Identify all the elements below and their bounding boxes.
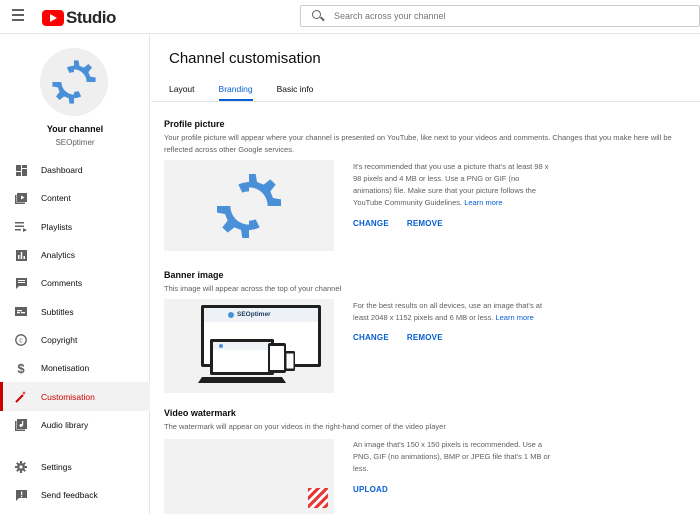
tab-bar: Layout Branding Basic info: [169, 78, 337, 101]
sidebar-item-settings[interactable]: Settings: [0, 453, 150, 481]
tab-layout[interactable]: Layout: [169, 78, 195, 100]
sidebar-item-label: Copyright: [41, 334, 78, 345]
sidebar-item-monetisation[interactable]: $ Monetisation: [0, 354, 150, 382]
profile-picture-info-text: It's recommended that you use a picture …: [353, 162, 549, 207]
profile-remove-button[interactable]: REMOVE: [407, 219, 443, 228]
tab-basic-info[interactable]: Basic info: [277, 78, 314, 100]
sidebar-item-label: Monetisation: [41, 363, 90, 374]
gear-icon: [15, 461, 27, 474]
sidebar-item-comments[interactable]: Comments: [0, 269, 150, 297]
channel-name: SEOptimer: [55, 138, 95, 147]
sidebar-item-audio-library[interactable]: Audio library: [0, 411, 150, 439]
playlists-icon: [15, 221, 27, 233]
search-icon[interactable]: [312, 10, 324, 22]
video-watermark-actions: UPLOAD: [353, 485, 406, 494]
sidebar-item-subtitles[interactable]: Subtitles: [0, 297, 150, 325]
sidebar-item-label: Send feedback: [41, 490, 98, 501]
sidebar-item-label: Settings: [41, 462, 72, 473]
studio-logo[interactable]: Studio: [42, 8, 116, 28]
profile-picture-actions: CHANGE REMOVE: [353, 219, 461, 228]
sidebar-item-playlists[interactable]: Playlists: [0, 213, 150, 241]
video-watermark-title: Video watermark: [164, 408, 236, 418]
sidebar-item-label: Content: [41, 193, 71, 204]
sidebar-item-label: Comments: [41, 278, 83, 289]
banner-image-info: For the best results on all devices, use…: [353, 300, 558, 324]
sidebar-item-label: Analytics: [41, 250, 76, 261]
avatar[interactable]: [40, 48, 108, 116]
monetisation-icon: $: [17, 360, 25, 376]
top-bar: Studio: [0, 0, 700, 34]
youtube-logo-icon: [42, 10, 64, 26]
banner-image-section: Banner image This image will appear acro…: [164, 270, 694, 395]
sidebar-bottom-nav: Settings Send feedback: [0, 453, 150, 510]
sidebar: Your channel SEOptimer Dashboard Content…: [0, 34, 150, 514]
customisation-icon: [15, 390, 27, 403]
banner-image-preview: SEOptimer: [164, 299, 334, 393]
watermark-placeholder: [308, 488, 328, 508]
banner-learn-more-link[interactable]: Learn more: [495, 313, 533, 322]
gear-logo-icon: [217, 173, 281, 238]
gear-logo-icon: [52, 60, 96, 104]
sidebar-item-customisation[interactable]: Customisation: [0, 382, 150, 411]
feedback-icon: [15, 489, 27, 501]
profile-picture-preview: [164, 160, 334, 251]
search-bar[interactable]: [300, 5, 700, 27]
sidebar-item-dashboard[interactable]: Dashboard: [0, 156, 150, 184]
sidebar-nav: Dashboard Content Playlists Analytics Co…: [0, 156, 150, 439]
video-watermark-preview: [164, 439, 334, 514]
sidebar-item-label: Dashboard: [41, 165, 83, 176]
banner-image-actions: CHANGE REMOVE: [353, 333, 461, 342]
sidebar-item-label: Playlists: [41, 221, 73, 232]
sidebar-item-copyright[interactable]: c Copyright: [0, 326, 150, 354]
profile-change-button[interactable]: CHANGE: [353, 219, 389, 228]
profile-picture-info: It's recommended that you use a picture …: [353, 161, 558, 209]
banner-image-description: This image will appear across the top of…: [164, 284, 342, 293]
analytics-icon: [15, 249, 27, 261]
menu-icon[interactable]: [12, 9, 30, 23]
profile-picture-title: Profile picture: [164, 119, 225, 129]
profile-learn-more-link[interactable]: Learn more: [464, 198, 502, 207]
sidebar-item-label: Subtitles: [41, 306, 74, 317]
content-icon: [15, 192, 27, 204]
profile-picture-description: Your profile picture will appear where y…: [164, 133, 672, 154]
sidebar-item-label: Audio library: [41, 419, 89, 430]
banner-remove-button[interactable]: REMOVE: [407, 333, 443, 342]
tabs-divider: [151, 101, 700, 102]
sidebar-item-analytics[interactable]: Analytics: [0, 241, 150, 269]
tab-branding[interactable]: Branding: [218, 78, 253, 101]
comments-icon: [15, 277, 27, 289]
banner-image-title: Banner image: [164, 270, 224, 280]
banner-change-button[interactable]: CHANGE: [353, 333, 389, 342]
sidebar-item-content[interactable]: Content: [0, 184, 150, 212]
search-input[interactable]: [334, 11, 674, 21]
video-watermark-description: The watermark will appear on your videos…: [164, 422, 446, 431]
sidebar-item-label: Customisation: [41, 391, 95, 402]
sidebar-item-send-feedback[interactable]: Send feedback: [0, 481, 150, 509]
profile-picture-section: Profile picture Your profile picture wil…: [164, 119, 694, 251]
page-title: Channel customisation: [169, 50, 321, 67]
main-content: Channel customisation Layout Branding Ba…: [151, 34, 700, 514]
subtitles-icon: [15, 306, 27, 318]
video-watermark-info: An image that's 150 x 150 pixels is reco…: [353, 440, 551, 473]
channel-title: Your channel: [46, 124, 104, 134]
logo-text: Studio: [66, 8, 116, 27]
copyright-icon: c: [15, 334, 27, 346]
dashboard-icon: [15, 164, 27, 176]
banner-preview-brand: SEOptimer: [237, 311, 271, 318]
watermark-upload-button[interactable]: UPLOAD: [353, 485, 388, 494]
svg-text:c: c: [19, 338, 23, 345]
video-watermark-section: Video watermark The watermark will appea…: [164, 408, 694, 514]
audio-library-icon: [15, 418, 27, 431]
